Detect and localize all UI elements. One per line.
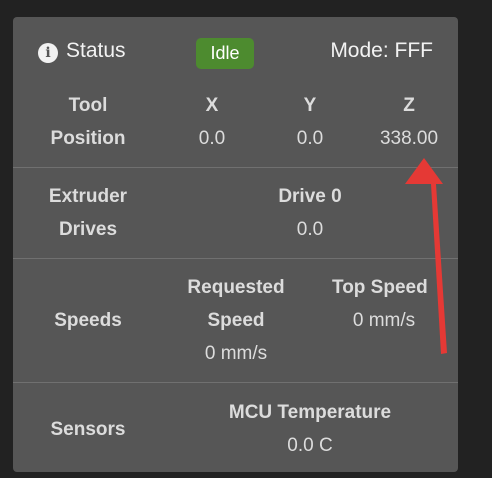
sensors-label: Sensors (50, 419, 126, 440)
top-speed-label-clip: Top Speed (313, 273, 458, 303)
top-speed-value: 0 mm/s (352, 310, 416, 331)
status-title: Status (66, 39, 126, 62)
axis-z-value: 338.00 (379, 128, 439, 149)
machine-mode: Mode: FFF (330, 39, 433, 62)
axis-z-label: Z (403, 95, 415, 116)
mcu-temperature-value: 0.0 C (287, 435, 333, 456)
extruder-drives-label-line2: Drives (58, 219, 118, 240)
extruder-drives-label-line1: Extruder (48, 186, 128, 207)
axis-y-value: 0.0 (296, 128, 324, 149)
requested-speed-label-line2: Speed (207, 310, 265, 331)
drive-0-label: Drive 0 (278, 186, 342, 207)
requested-speed-label-line1: Requested (187, 277, 285, 298)
extruder-drives-row: Extruder Drives Drive 0 0.0 (13, 167, 458, 259)
requested-speed-value: 0 mm/s (204, 343, 268, 364)
tool-position-row: Tool Position X 0.0 Y 0.0 Z 338.00 (13, 90, 458, 167)
speeds-row: Speeds Requested Speed 0 mm/s Top Speed … (13, 258, 458, 383)
speeds-label: Speeds (54, 310, 122, 331)
status-panel: i Status Idle Mode: FFF Tool Position X … (13, 17, 458, 472)
info-circle-icon[interactable]: i (38, 43, 58, 63)
axis-y-label: Y (303, 95, 317, 116)
status-badge: Idle (196, 38, 254, 69)
axis-x-value: 0.0 (198, 128, 226, 149)
sensors-row: Sensors MCU Temperature 0.0 C (13, 382, 458, 472)
tool-position-label-line2: Position (50, 128, 126, 149)
tool-position-label-line1: Tool (68, 95, 108, 116)
axis-x-label: X (205, 95, 219, 116)
mcu-temperature-label: MCU Temperature (228, 402, 392, 423)
drive-0-value: 0.0 (296, 219, 324, 240)
top-speed-label: Top Speed (332, 277, 428, 298)
status-header: i Status Idle Mode: FFF (13, 17, 458, 90)
